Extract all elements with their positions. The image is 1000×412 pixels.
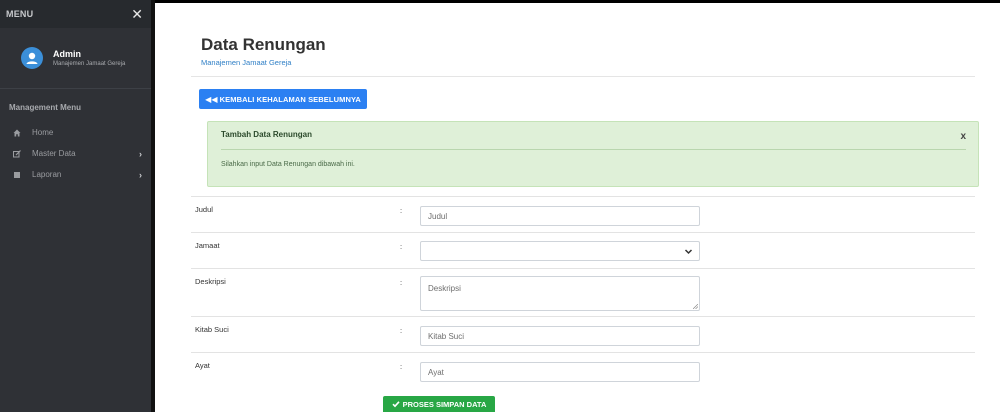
- alert-divider: [221, 149, 966, 150]
- judul-input[interactable]: [420, 206, 700, 226]
- user-profile: Admin Manajemen Jamaat Gereja: [0, 28, 151, 89]
- double-chevron-left-icon: ◀◀: [205, 94, 218, 104]
- main-content: Data Renungan Manajemen Jamaat Gereja ◀◀…: [155, 3, 1000, 412]
- close-icon[interactable]: ✕: [131, 7, 143, 21]
- save-button[interactable]: PROSES SIMPAN DATA: [383, 396, 495, 412]
- back-button-label: KEMBALI KEHALAMAN SEBELUMNYA: [219, 94, 361, 104]
- sidebar-header: MENU ✕: [0, 0, 151, 28]
- form-row-jamaat: Jamaat :: [191, 232, 975, 269]
- home-icon: [12, 129, 22, 137]
- alert-title: Tambah Data Renungan: [221, 130, 312, 139]
- profile-subtitle: Manajemen Jamaat Gereja: [53, 61, 126, 67]
- sidebar-item-label: Master Data: [32, 149, 76, 158]
- resize-grip-icon[interactable]: [693, 304, 698, 309]
- profile-name: Admin: [53, 49, 81, 59]
- page-title: Data Renungan: [201, 35, 326, 54]
- deskripsi-wrapper: [420, 276, 700, 311]
- alert-message: Silahkan input Data Renungan dibawah ini…: [221, 161, 355, 168]
- kitab-suci-input[interactable]: [420, 326, 700, 346]
- ayat-label: Ayat: [195, 361, 210, 370]
- colon: :: [400, 206, 403, 215]
- divider: [191, 76, 975, 77]
- menu-title: MENU: [6, 9, 34, 19]
- judul-label: Judul: [195, 205, 213, 214]
- page-subtitle: Manajemen Jamaat Gereja: [201, 58, 292, 67]
- kitab-suci-label: Kitab Suci: [195, 325, 229, 334]
- avatar: [21, 47, 43, 69]
- jamaat-label: Jamaat: [195, 241, 220, 250]
- back-button[interactable]: ◀◀ KEMBALI KEHALAMAN SEBELUMNYA: [199, 89, 367, 109]
- save-button-label: PROSES SIMPAN DATA: [402, 399, 487, 409]
- deskripsi-textarea[interactable]: [420, 276, 700, 311]
- chevron-right-icon: ›: [139, 148, 142, 159]
- sidebar-item-laporan[interactable]: Laporan ›: [0, 164, 151, 185]
- colon: :: [400, 362, 403, 371]
- jamaat-select[interactable]: [420, 241, 700, 261]
- form-row-deskripsi: Deskripsi :: [191, 268, 975, 317]
- colon: :: [400, 242, 403, 251]
- sidebar: MENU ✕ Admin Manajemen Jamaat Gereja Man…: [0, 0, 155, 412]
- alert-close-button[interactable]: x: [960, 131, 966, 142]
- chevron-right-icon: ›: [139, 169, 142, 180]
- form-row-kitab-suci: Kitab Suci :: [191, 316, 975, 353]
- sidebar-item-master-data[interactable]: Master Data ›: [0, 143, 151, 164]
- report-icon: [12, 171, 22, 179]
- sidebar-item-label: Laporan: [32, 170, 62, 179]
- sidebar-item-home[interactable]: Home: [0, 122, 151, 143]
- form-row-ayat: Ayat :: [191, 352, 975, 389]
- form-row-judul: Judul :: [191, 196, 975, 233]
- colon: :: [400, 278, 403, 287]
- section-label: Management Menu: [9, 103, 82, 112]
- colon: :: [400, 326, 403, 335]
- ayat-input[interactable]: [420, 362, 700, 382]
- sidebar-item-label: Home: [32, 128, 54, 137]
- chevron-down-icon: [684, 249, 693, 255]
- deskripsi-label: Deskripsi: [195, 277, 226, 286]
- edit-icon: [12, 149, 22, 158]
- check-icon: [392, 401, 400, 408]
- info-alert: Tambah Data Renungan x Silahkan input Da…: [207, 121, 979, 187]
- user-icon: [26, 52, 38, 64]
